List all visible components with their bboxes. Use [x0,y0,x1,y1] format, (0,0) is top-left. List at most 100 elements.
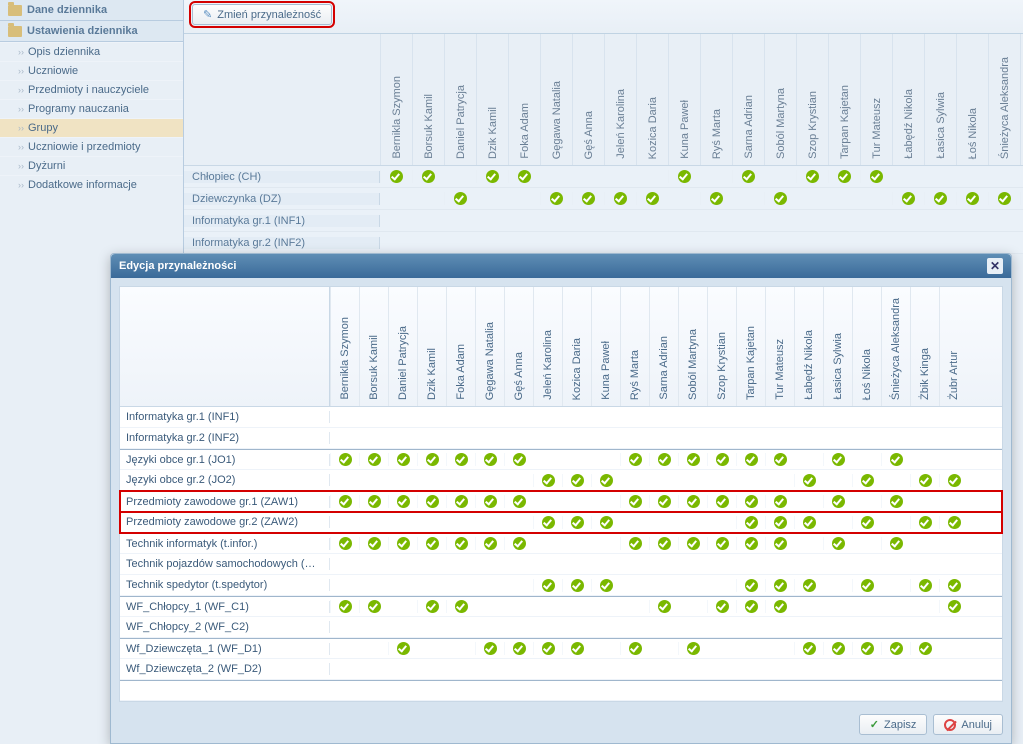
grid-cell[interactable] [620,495,649,508]
sidebar-item[interactable]: ››Dyżurni [0,156,183,175]
grid-cell[interactable] [620,537,649,550]
grid-cell[interactable] [562,474,591,487]
sidebar-item[interactable]: ››Uczniowie i przedmioty [0,137,183,156]
grid-cell[interactable] [591,474,620,487]
grid-cell[interactable] [939,600,968,613]
column-header[interactable]: Bernikla Szymon [330,287,359,406]
grid-cell[interactable] [475,537,504,550]
grid-cell[interactable] [678,537,707,550]
grid-cell[interactable] [736,495,765,508]
column-header[interactable]: Gęgawa Natalia [475,287,504,406]
grid-cell[interactable] [417,495,446,508]
grid-cell[interactable] [330,453,359,466]
grid-cell[interactable] [359,600,388,613]
grid-cell[interactable] [330,537,359,550]
grid-cell[interactable] [388,453,417,466]
grid-cell[interactable] [736,600,765,613]
column-header[interactable]: Ryś Marta [620,287,649,406]
grid-cell[interactable] [736,516,765,529]
column-header[interactable]: Łabędź Nikola [794,287,823,406]
grid-cell[interactable] [910,579,939,592]
column-header[interactable]: Daniel Patrycja [388,287,417,406]
grid-cell[interactable] [881,453,910,466]
grid-cell[interactable] [794,516,823,529]
sidebar-item[interactable]: ››Grupy [0,118,183,137]
grid-cell[interactable] [475,642,504,655]
sidebar-item[interactable]: ››Przedmioty i nauczyciele [0,80,183,99]
grid-cell[interactable] [678,495,707,508]
grid-cell[interactable] [765,516,794,529]
grid-cell[interactable] [446,495,475,508]
column-header[interactable]: Kuna Paweł [591,287,620,406]
grid-cell[interactable] [562,516,591,529]
grid-cell[interactable] [852,516,881,529]
grid-cell[interactable] [707,537,736,550]
grid-cell[interactable] [359,495,388,508]
grid-cell[interactable] [533,642,562,655]
grid-cell[interactable] [649,495,678,508]
grid-cell[interactable] [707,600,736,613]
grid-cell[interactable] [649,600,678,613]
grid-cell[interactable] [794,579,823,592]
grid-cell[interactable] [765,453,794,466]
grid-cell[interactable] [852,579,881,592]
grid-cell[interactable] [620,642,649,655]
grid-cell[interactable] [591,579,620,592]
column-header[interactable]: Łoś Nikola [852,287,881,406]
column-header[interactable]: Tur Mateusz [765,287,794,406]
column-header[interactable]: Tarpan Kajetan [736,287,765,406]
column-header[interactable]: Śnieżyca Aleksandra [881,287,910,406]
close-icon[interactable]: ✕ [987,258,1003,274]
sidebar-item[interactable]: ››Uczniowie [0,61,183,80]
grid-cell[interactable] [852,474,881,487]
grid-cell[interactable] [910,474,939,487]
column-header[interactable]: Żbik Kinga [910,287,939,406]
grid-cell[interactable] [910,642,939,655]
column-header[interactable]: Foka Adam [446,287,475,406]
grid-cell[interactable] [388,495,417,508]
grid-cell[interactable] [562,579,591,592]
grid-cell[interactable] [852,642,881,655]
column-header[interactable]: Sarna Adrian [649,287,678,406]
grid-cell[interactable] [765,495,794,508]
column-header[interactable]: Jeleń Karolina [533,287,562,406]
grid-cell[interactable] [591,516,620,529]
grid-cell[interactable] [388,642,417,655]
grid-cell[interactable] [794,642,823,655]
grid-cell[interactable] [504,642,533,655]
grid-cell[interactable] [475,495,504,508]
grid-cell[interactable] [649,537,678,550]
grid-cell[interactable] [388,537,417,550]
grid-cell[interactable] [359,537,388,550]
grid-cell[interactable] [330,495,359,508]
grid-cell[interactable] [939,579,968,592]
grid-cell[interactable] [678,453,707,466]
grid-cell[interactable] [475,453,504,466]
grid-cell[interactable] [678,642,707,655]
grid-cell[interactable] [330,600,359,613]
grid-cell[interactable] [649,453,678,466]
grid-cell[interactable] [823,495,852,508]
grid-cell[interactable] [736,453,765,466]
grid-cell[interactable] [939,516,968,529]
grid-cell[interactable] [446,600,475,613]
grid-cell[interactable] [533,474,562,487]
grid-cell[interactable] [620,453,649,466]
grid-cell[interactable] [533,516,562,529]
column-header[interactable]: Żubr Artur [939,287,968,406]
sidebar-item[interactable]: ››Dodatkowe informacje [0,175,183,194]
grid-cell[interactable] [736,537,765,550]
column-header[interactable]: Kozica Daria [562,287,591,406]
grid-cell[interactable] [533,579,562,592]
grid-cell[interactable] [707,495,736,508]
sidebar-item[interactable]: ››Opis dziennika [0,42,183,61]
grid-cell[interactable] [562,642,591,655]
grid-cell[interactable] [446,453,475,466]
grid-cell[interactable] [504,495,533,508]
grid-cell[interactable] [504,453,533,466]
grid-cell[interactable] [823,453,852,466]
grid-cell[interactable] [794,474,823,487]
save-button[interactable]: ✓ Zapisz [859,714,928,735]
grid-cell[interactable] [359,453,388,466]
grid-cell[interactable] [765,579,794,592]
